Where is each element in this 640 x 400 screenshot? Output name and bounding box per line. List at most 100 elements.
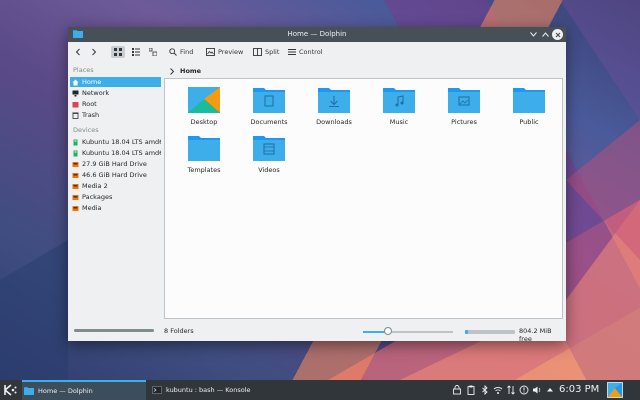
folder-item-music[interactable]: Music xyxy=(369,85,429,126)
folder-label: Public xyxy=(519,118,539,126)
folder-label: Pictures xyxy=(451,118,477,126)
hard-drive-icon xyxy=(72,205,79,211)
zoom-slider[interactable] xyxy=(363,327,453,335)
chevron-up-icon[interactable] xyxy=(545,385,555,395)
places-scrollbar[interactable] xyxy=(74,329,154,332)
chevron-left-icon xyxy=(75,48,80,56)
place-item-trash[interactable]: Trash xyxy=(70,110,161,120)
split-button[interactable]: Split xyxy=(253,46,279,58)
place-label: Trash xyxy=(82,111,100,119)
folder-item-documents[interactable]: Documents xyxy=(239,85,299,126)
task-dolphin[interactable]: Home — Dolphin xyxy=(22,380,146,400)
music-folder-icon xyxy=(383,88,415,113)
chevron-right-icon xyxy=(92,48,97,56)
compact-view-button[interactable] xyxy=(130,46,142,58)
device-item-kubuntu-1[interactable]: Kubuntu 18.04 LTS amd64 xyxy=(70,137,161,147)
device-label: 46.6 GiB Hard Drive xyxy=(82,171,147,179)
split-label: Split xyxy=(265,48,280,56)
dolphin-app-icon xyxy=(24,387,34,395)
network-icon xyxy=(72,90,79,96)
device-label: Kubuntu 18.04 LTS amd64 xyxy=(82,138,161,146)
folder-label: Downloads xyxy=(316,118,352,126)
folder-item-pictures[interactable]: Pictures xyxy=(434,85,494,126)
preview-icon xyxy=(206,48,215,56)
hard-drive-icon xyxy=(72,161,79,167)
vault-icon[interactable] xyxy=(452,385,462,395)
folder-label: Templates xyxy=(187,166,221,174)
videos-folder-icon xyxy=(253,136,285,161)
bluetooth-icon[interactable] xyxy=(480,385,490,395)
place-item-home[interactable]: Home xyxy=(70,77,161,87)
toolbar: Find Preview Split Control xyxy=(68,42,566,62)
places-panel: Places Home Network Root Trash Devices K… xyxy=(68,62,163,319)
terminal-icon xyxy=(152,386,162,394)
device-item-packages[interactable]: Packages xyxy=(70,192,161,202)
hard-drive-icon xyxy=(72,172,79,178)
details-view-button[interactable] xyxy=(147,46,159,58)
file-view[interactable]: Desktop Documents Downloads Music Pictur… xyxy=(164,78,563,319)
folder-count: 8 Folders xyxy=(164,327,194,335)
devices-header: Devices xyxy=(73,126,99,134)
places-header: Places xyxy=(73,66,94,74)
breadcrumb-home[interactable]: Home xyxy=(180,67,201,75)
zoom-slider-handle[interactable] xyxy=(384,327,393,335)
forward-button[interactable] xyxy=(90,46,98,58)
back-button[interactable] xyxy=(74,46,82,58)
preview-button[interactable]: Preview xyxy=(206,46,243,58)
public-folder-icon xyxy=(513,88,545,113)
place-item-network[interactable]: Network xyxy=(70,88,161,98)
taskbar: Home — Dolphin kubuntu : bash — Konsole … xyxy=(0,380,640,400)
device-item-media[interactable]: Media xyxy=(70,203,161,213)
window-titlebar[interactable]: Home — Dolphin xyxy=(68,27,566,42)
control-button[interactable]: Control xyxy=(288,46,323,58)
network-arrows-icon[interactable] xyxy=(506,385,516,395)
clipboard-icon[interactable] xyxy=(466,385,476,395)
split-view-icon xyxy=(253,48,262,56)
folder-label: Documents xyxy=(250,118,288,126)
chevron-down-icon xyxy=(530,32,537,37)
chevron-up-icon xyxy=(542,32,549,37)
find-button[interactable]: Find xyxy=(169,46,193,58)
folder-item-videos[interactable]: Videos xyxy=(239,133,299,174)
status-bar: 8 Folders 804.2 MiB free xyxy=(68,321,566,343)
folder-item-downloads[interactable]: Downloads xyxy=(304,85,364,126)
window-title: Home — Dolphin xyxy=(287,30,347,38)
device-item-kubuntu-2[interactable]: Kubuntu 18.04 LTS amd64 xyxy=(70,148,161,158)
device-label: 27.9 GiB Hard Drive xyxy=(82,160,147,168)
breadcrumb: Home xyxy=(169,65,201,77)
hard-drive-icon xyxy=(72,183,79,189)
kubuntu-launcher-icon[interactable] xyxy=(2,382,18,398)
wifi-icon[interactable] xyxy=(493,385,503,395)
place-item-root[interactable]: Root xyxy=(70,99,161,109)
details-view-icon xyxy=(149,48,157,56)
templates-folder-icon xyxy=(188,136,220,161)
device-item-media-2[interactable]: Media 2 xyxy=(70,181,161,191)
close-button[interactable] xyxy=(552,29,563,40)
notifications-icon[interactable] xyxy=(519,385,529,395)
close-icon xyxy=(555,32,560,37)
maximize-button[interactable] xyxy=(540,29,551,40)
clock[interactable]: 6:03 PM xyxy=(559,384,599,395)
place-label: Network xyxy=(82,89,110,97)
folder-red-icon xyxy=(72,101,79,107)
task-konsole[interactable]: kubuntu : bash — Konsole xyxy=(150,380,276,400)
free-space-text: 804.2 MiB free xyxy=(519,327,552,343)
chevron-right-icon[interactable] xyxy=(169,67,175,75)
icons-view-button[interactable] xyxy=(111,46,125,58)
device-label: Media 2 xyxy=(82,182,108,190)
folder-item-public[interactable]: Public xyxy=(499,85,559,126)
hamburger-menu-icon xyxy=(288,49,296,55)
folder-item-desktop[interactable]: Desktop xyxy=(174,85,234,126)
device-item-46gb[interactable]: 46.6 GiB Hard Drive xyxy=(70,170,161,180)
volume-icon[interactable] xyxy=(532,385,542,395)
downloads-folder-icon xyxy=(318,88,350,113)
hard-drive-icon xyxy=(72,194,79,200)
desktop-folder-icon xyxy=(188,87,220,113)
minimize-button[interactable] xyxy=(528,29,539,40)
folder-item-templates[interactable]: Templates xyxy=(174,133,234,174)
device-label: Kubuntu 18.04 LTS amd64 xyxy=(82,149,161,157)
folder-label: Desktop xyxy=(190,118,218,126)
trash-icon xyxy=(72,112,79,119)
device-item-27gb[interactable]: 27.9 GiB Hard Drive xyxy=(70,159,161,169)
desktop-preview-icon[interactable] xyxy=(607,382,623,398)
